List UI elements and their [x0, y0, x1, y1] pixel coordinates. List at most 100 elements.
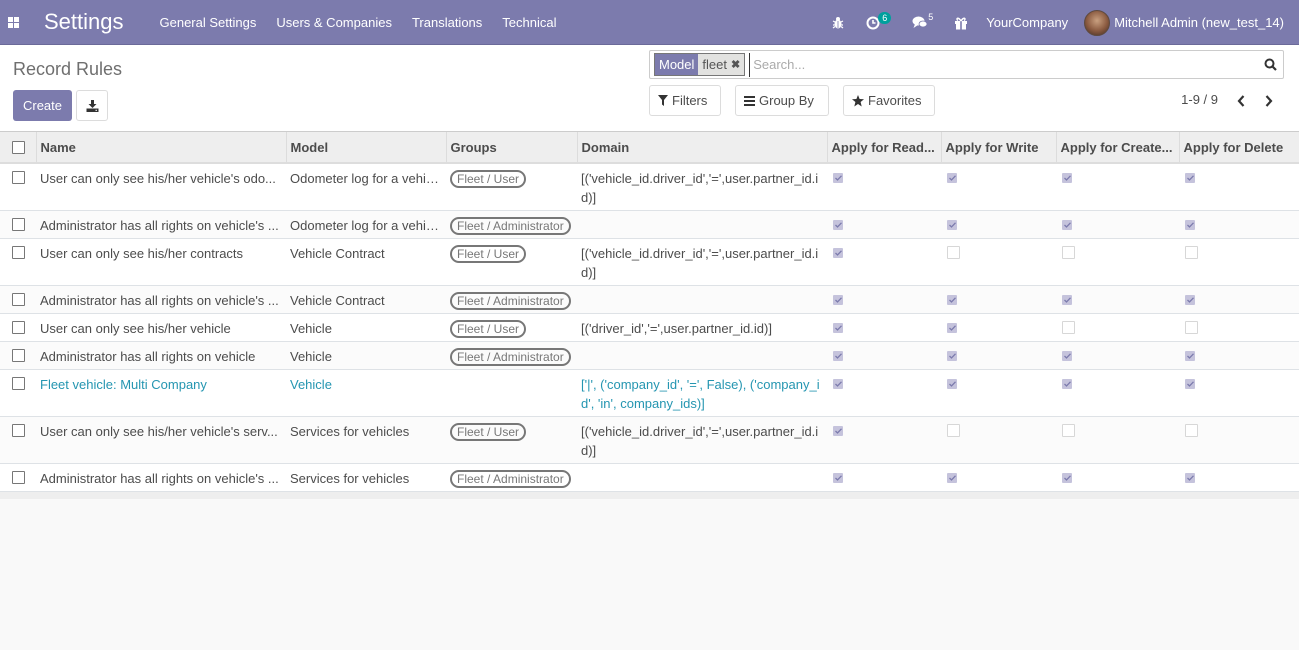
cell-create: [1056, 462, 1179, 491]
apps-menu-button[interactable]: [0, 0, 45, 45]
gift-button[interactable]: [944, 0, 978, 45]
row-checkbox[interactable]: [12, 470, 25, 484]
menu-users-companies[interactable]: Users & Companies: [266, 15, 402, 30]
cell-create: [1056, 284, 1179, 313]
rule-domain: [('driver_id','=',user.partner_id.id)]: [581, 320, 772, 336]
delete-checkbox: [1185, 350, 1195, 361]
filters-button[interactable]: Filters: [649, 85, 721, 116]
column-header-read[interactable]: Apply for Read...: [827, 132, 942, 164]
activity-count-badge: 6: [878, 12, 892, 24]
row-checkbox[interactable]: [12, 320, 25, 334]
cell-groups: Fleet / User: [446, 237, 577, 285]
row-checkbox[interactable]: [12, 376, 25, 390]
export-button[interactable]: [76, 90, 108, 121]
pager-next-button[interactable]: [1257, 89, 1281, 113]
debug-button[interactable]: [832, 0, 854, 45]
rule-model: Odometer log for a vehicle: [290, 217, 442, 233]
cell-delete: [1179, 415, 1299, 463]
row-checkbox[interactable]: [12, 423, 25, 437]
read-checkbox: [833, 247, 843, 258]
create-checkbox: [1062, 350, 1072, 361]
cell-create: [1056, 237, 1179, 285]
create-checkbox: [1062, 173, 1072, 183]
row-select-cell: [0, 312, 36, 341]
search-button[interactable]: [1257, 52, 1283, 78]
row-select-cell: [0, 368, 36, 416]
facet-remove-icon[interactable]: ✖: [731, 55, 740, 75]
write-checkbox: [947, 173, 957, 183]
table-row[interactable]: User can only see his/her contracts Vehic…: [0, 237, 1299, 285]
select-all-checkbox[interactable]: [12, 140, 25, 154]
column-header-write[interactable]: Apply for Write: [941, 132, 1057, 164]
company-switcher[interactable]: YourCompany: [978, 15, 1084, 30]
pager-previous-button[interactable]: [1229, 89, 1253, 113]
cell-model: Vehicle Contract: [286, 284, 446, 313]
row-checkbox[interactable]: [12, 171, 25, 184]
rule-domain: [('vehicle_id.driver_id','=',user.partne…: [581, 423, 819, 458]
avatar: [1084, 9, 1111, 36]
star-icon: [852, 94, 864, 106]
create-button[interactable]: Create: [13, 90, 72, 121]
page-title: Record Rules: [13, 59, 123, 79]
check-icon: [1063, 352, 1071, 359]
group-by-button[interactable]: Group By: [735, 85, 829, 116]
table-row[interactable]: Administrator has all rights on vehicle'…: [0, 462, 1299, 491]
cell-delete: [1179, 462, 1299, 491]
delete-checkbox: [1185, 219, 1195, 230]
cell-delete: [1179, 340, 1299, 369]
group-tag: Fleet / User: [450, 422, 527, 441]
column-header-model[interactable]: Model: [286, 132, 447, 164]
read-checkbox: [833, 294, 843, 305]
cell-read: [827, 162, 941, 210]
check-icon: [834, 474, 842, 481]
table-row[interactable]: User can only see his/her vehicle's odo.…: [0, 162, 1299, 210]
cell-delete: [1179, 312, 1299, 341]
menu-general-settings[interactable]: General Settings: [150, 15, 267, 30]
check-icon: [948, 221, 956, 228]
read-checkbox: [833, 173, 843, 183]
user-menu[interactable]: Mitchell Admin (new_test_14): [1084, 9, 1299, 36]
rule-name: User can only see his/her vehicle's odo.…: [40, 171, 276, 186]
column-header-domain[interactable]: Domain: [577, 132, 828, 164]
check-icon: [834, 249, 842, 256]
check-icon: [948, 296, 956, 303]
favorites-button[interactable]: Favorites: [843, 85, 935, 116]
messages-button[interactable]: 5: [902, 0, 944, 45]
activity-button[interactable]: 6: [856, 0, 902, 45]
table-row[interactable]: Administrator has all rights on vehicle V…: [0, 340, 1299, 369]
column-header-groups[interactable]: Groups: [446, 132, 578, 164]
row-checkbox[interactable]: [12, 292, 25, 306]
row-checkbox[interactable]: [12, 245, 25, 259]
cell-name: User can only see his/her contracts: [36, 237, 286, 285]
column-header-create[interactable]: Apply for Create...: [1056, 132, 1180, 164]
table-row[interactable]: Administrator has all rights on vehicle'…: [0, 209, 1299, 238]
rule-model: Vehicle: [290, 348, 332, 364]
row-checkbox[interactable]: [12, 348, 25, 362]
app-title[interactable]: Settings: [44, 9, 124, 35]
check-icon: [834, 324, 842, 331]
check-icon: [1186, 221, 1194, 228]
rule-domain: [('vehicle_id.driver_id','=',user.partne…: [581, 245, 819, 280]
menu-technical[interactable]: Technical: [492, 15, 566, 30]
table-row[interactable]: User can only see his/her vehicle's serv…: [0, 415, 1299, 463]
table-row[interactable]: Fleet vehicle: Multi Company Vehicle ['|',…: [0, 368, 1299, 416]
table-row[interactable]: Administrator has all rights on vehicle'…: [0, 284, 1299, 313]
search-input[interactable]: [749, 52, 1257, 77]
read-checkbox: [833, 322, 843, 333]
write-checkbox: [947, 294, 957, 305]
pager-value[interactable]: 1-9 / 9: [1181, 92, 1218, 107]
column-header-name[interactable]: Name: [36, 132, 287, 164]
delete-checkbox: [1185, 378, 1195, 389]
check-icon: [948, 324, 956, 331]
rule-name: User can only see his/her contracts: [40, 245, 244, 261]
table-row[interactable]: User can only see his/her vehicle Vehicle…: [0, 312, 1299, 341]
create-checkbox: [1062, 294, 1072, 305]
row-checkbox[interactable]: [12, 217, 25, 231]
write-checkbox: [947, 423, 960, 437]
menu-translations[interactable]: Translations: [402, 15, 492, 30]
check-icon: [948, 474, 956, 481]
column-header-delete[interactable]: Apply for Delete: [1179, 132, 1299, 164]
cell-write: [941, 368, 1056, 416]
row-select-cell: [0, 237, 36, 285]
check-icon: [1063, 474, 1071, 481]
